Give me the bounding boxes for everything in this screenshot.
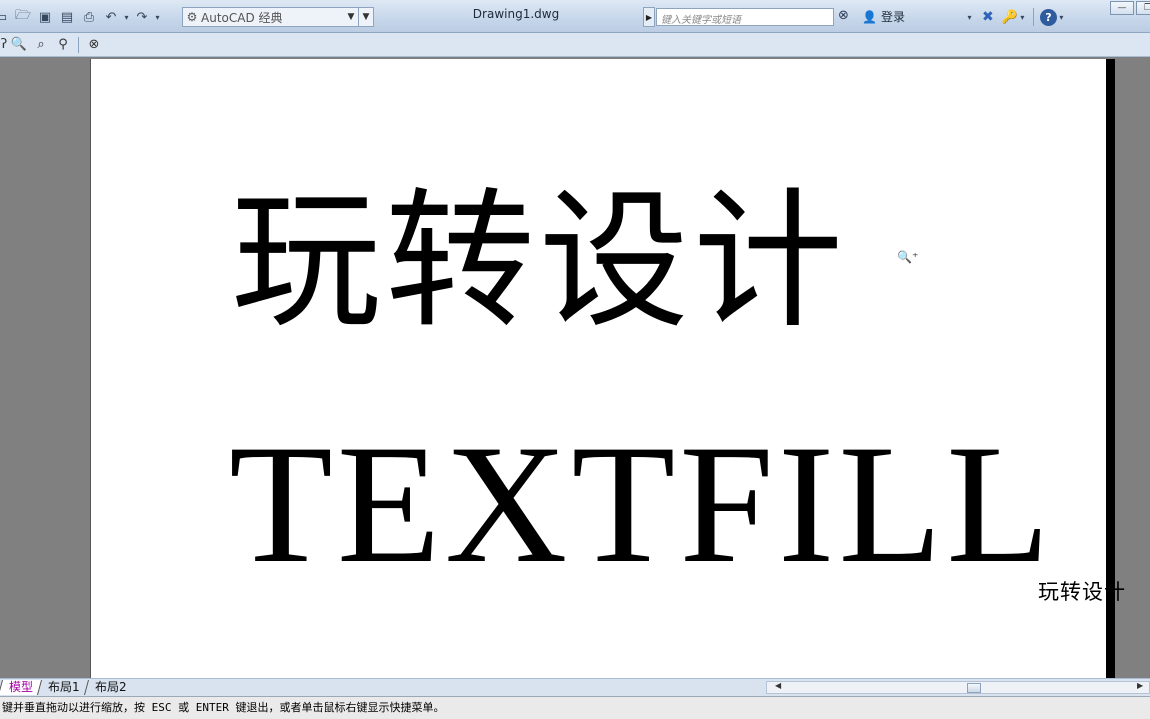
tab-layout2[interactable]: 布局2 <box>83 680 135 695</box>
command-line-status: 键并垂直拖动以进行缩放，按 ESC 或 ENTER 键退出，或者单击鼠标右键显示… <box>0 696 1150 719</box>
minimize-button[interactable]: — <box>1110 1 1134 15</box>
help-dropdown-icon[interactable]: ▾ <box>1057 13 1066 22</box>
binoculars-icon[interactable]: ⊗ <box>838 8 849 23</box>
scroll-right-icon[interactable]: ▶ <box>1137 681 1143 690</box>
user-icon: 👤 <box>862 9 877 24</box>
separator <box>1032 8 1034 26</box>
zoom-toolbar: ʔ 🔍 ⌕ ⚲ ⊗ <box>0 33 1150 57</box>
close-icon[interactable]: ⊗ <box>83 37 105 52</box>
help-toolbar: ▾ ✖ 🔑 ▾ ? ▾ <box>965 7 1066 27</box>
zoom-window-icon[interactable]: ⌕ <box>30 37 52 52</box>
exchange-icon[interactable]: ✖ <box>982 9 994 25</box>
drawing-text-chinese: 玩转设计 <box>231 175 848 349</box>
tab-model[interactable]: 模型 <box>0 680 42 695</box>
key-icon[interactable]: 🔑 <box>1002 10 1018 25</box>
horizontal-scrollbar[interactable]: ◀ ▶ <box>766 681 1150 694</box>
search-expand-icon[interactable]: ▶ <box>643 7 655 27</box>
login-dropdown-icon[interactable]: ▾ <box>965 13 974 22</box>
zoom-realtime-icon[interactable]: 🔍 <box>8 37 30 52</box>
scroll-left-icon[interactable]: ◀ <box>775 681 781 690</box>
login-label: 登录 <box>880 10 905 24</box>
scroll-thumb[interactable] <box>967 683 981 693</box>
drawing-text-outside: 玩转设计 <box>1038 580 1126 604</box>
drawing-canvas[interactable]: 玩转设计 TEXTFILL 🔍⁺ <box>90 59 1107 678</box>
key-dropdown-icon[interactable]: ▾ <box>1018 13 1027 22</box>
restore-button[interactable]: ❐ <box>1136 1 1150 15</box>
zoom-previous-icon[interactable]: ⚲ <box>52 37 74 52</box>
tab-layout1[interactable]: 布局1 <box>37 680 88 695</box>
separator <box>78 36 79 53</box>
help-icon[interactable]: ? <box>1039 8 1057 26</box>
drawing-text-textfill: TEXTFILL <box>229 410 1055 598</box>
title-bar: ▭ 🗁 ▣ ▤ ⎙ ↶ ▾ ↷ ▾ ⚙ AutoCAD 经典 ▼ ▼ Drawi… <box>0 0 1150 33</box>
search-input[interactable]: 键入关键字或短语 <box>656 8 834 26</box>
login-button[interactable]: 👤 登录 <box>862 8 905 25</box>
layout-tab-bar: 模型 布局1 布局2 ◀ ▶ <box>0 678 1150 696</box>
layout-tabs: 模型 布局1 布局2 <box>0 679 135 696</box>
pan-icon[interactable]: ʔ <box>0 37 8 52</box>
zoom-cursor-icon: 🔍⁺ <box>897 250 919 264</box>
